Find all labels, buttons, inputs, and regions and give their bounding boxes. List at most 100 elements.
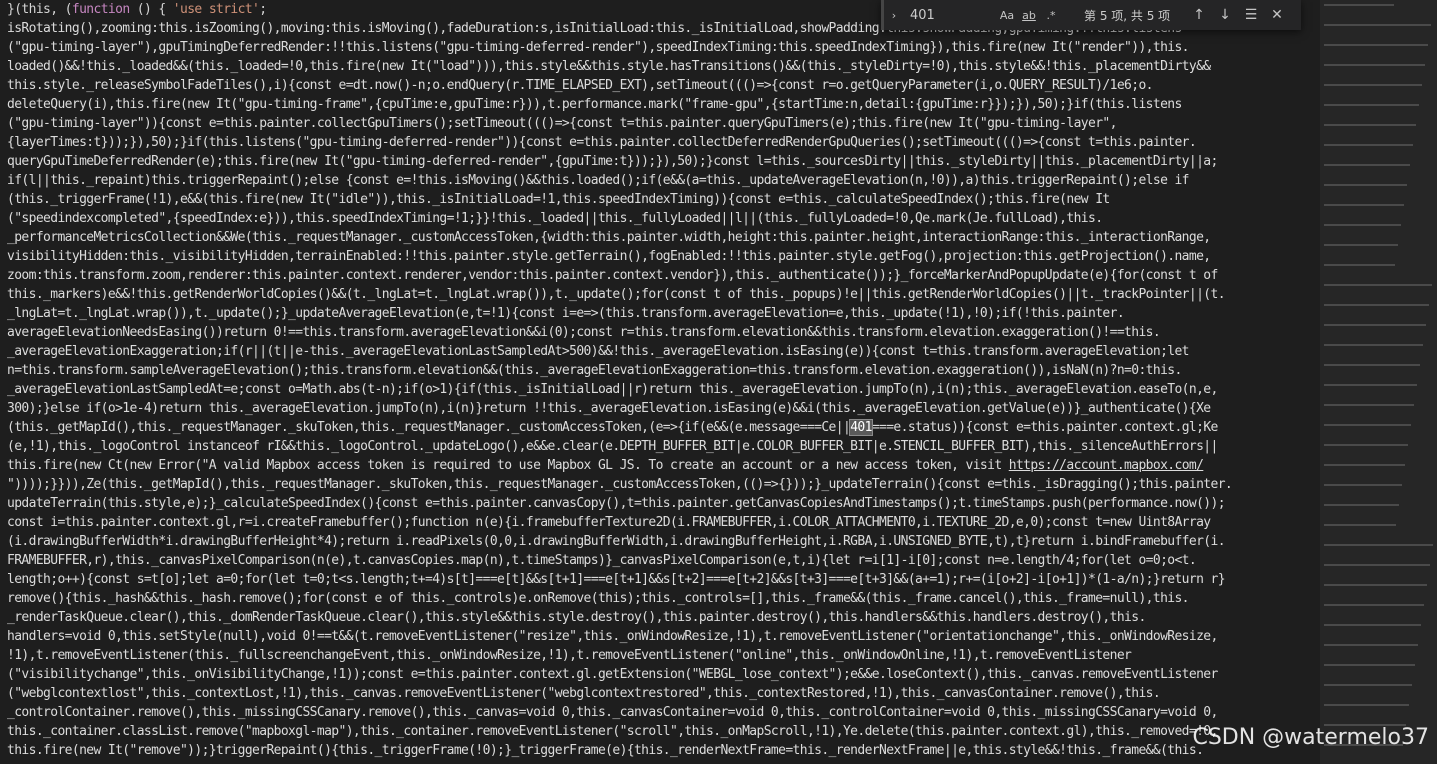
minimap-line	[1324, 44, 1428, 46]
minimap-line	[1324, 224, 1401, 226]
code-line: _controlContainer.remove(),this._missing…	[7, 705, 1218, 720]
minimap-line	[1324, 384, 1417, 386]
code-line: const i=this.painter.context.gl,r=i.crea…	[7, 515, 1211, 530]
code-line: this._container.classList.remove("mapbox…	[7, 724, 1218, 739]
code-line: averageElevationNeedsEasing())return 0!=…	[7, 325, 1161, 340]
minimap-line	[1324, 204, 1404, 206]
code-token: ===e.status)){const e=this.painter.conte…	[871, 420, 1219, 435]
code-line: loaded()&&!this._loaded&&(this._loaded=!…	[7, 59, 1211, 74]
code-line: zoom:this.transform.zoom,renderer:this.p…	[7, 268, 1218, 283]
minimap-line	[1324, 184, 1407, 186]
minimap-line	[1324, 124, 1416, 126]
minimap-line	[1324, 704, 1409, 706]
code-line: _lngLat=t._lngLat.wrap()),t._update();}_…	[7, 306, 1125, 321]
regex-icon[interactable]: .*	[1040, 9, 1062, 22]
minimap-line	[1324, 484, 1402, 486]
code-line: ("gpu-timing-layer")){const e=this.paint…	[7, 116, 1117, 131]
minimap-line	[1324, 164, 1410, 166]
find-input[interactable]	[906, 7, 996, 23]
minimap-line	[1324, 104, 1419, 106]
toggle-replace-icon[interactable]: ›	[884, 9, 904, 22]
find-input-box[interactable]: Aa ab .*	[906, 3, 1076, 27]
minimap-line	[1324, 544, 1433, 546]
code-line: queryGpuTimeDeferredRender(e);this.fire(…	[7, 154, 1218, 169]
minimap-line	[1324, 4, 1394, 6]
minimap-line	[1324, 524, 1396, 526]
code-line: 300);}else if(o>1e-4)return this._averag…	[7, 401, 1211, 416]
match-case-icon[interactable]: Aa	[996, 9, 1018, 22]
code-line: _renderTaskQueue.clear(),this._domRender…	[7, 610, 1146, 625]
code-line: this.fire(new It("remove"));}triggerRepa…	[7, 743, 1204, 758]
code-line: n=this.transform.sampleAverageElevation(…	[7, 363, 1182, 378]
minimap-line	[1324, 604, 1424, 606]
keyword-token: function	[71, 2, 130, 17]
code-token: this.fire(new Ct(new Error("A valid Mapb…	[7, 458, 1009, 473]
next-match-icon[interactable]: ↓	[1212, 7, 1238, 23]
minimap-line	[1324, 684, 1412, 686]
code-line: updateTerrain(this.style,e);}_calculateS…	[7, 496, 1226, 511]
code-line: _averageElevationExaggeration;if(r||(t||…	[7, 344, 1190, 359]
code-line: (this._getMapId(),this._requestManager._…	[0, 418, 1320, 437]
code-editor[interactable]: }(this, (function () { 'use strict'; isR…	[0, 0, 1437, 764]
code-token: }(this, (	[7, 2, 72, 17]
minimap-line	[1324, 264, 1395, 266]
code-line: ("webglcontextlost",this._contextLost,!1…	[7, 686, 1161, 701]
code-line: if(l||this._repaint)this.triggerRepaint(…	[7, 173, 1190, 188]
previous-match-icon[interactable]: ↑	[1186, 7, 1212, 23]
code-link[interactable]: https://account.mapbox.com/	[1009, 458, 1204, 473]
find-in-selection-icon[interactable]: ☰	[1238, 7, 1264, 23]
code-token: (this._getMapId(),this._requestManager._…	[7, 420, 851, 435]
code-line: "))));}})),Ze(this._getMapId(),this._req…	[7, 477, 1233, 492]
minimap-line	[1324, 644, 1418, 646]
code-line: this.style._releaseSymbolFadeTiles(),i){…	[7, 78, 1153, 93]
match-count: 第 5 项, 共 5 项	[1084, 8, 1171, 23]
code-line: (e,!1),this._logoControl instanceof rI&&…	[7, 439, 1218, 454]
minimap-line	[1324, 624, 1421, 626]
minimap-line	[1324, 244, 1398, 246]
minimap-line	[1324, 84, 1422, 86]
code-area[interactable]: }(this, (function () { 'use strict'; isR…	[0, 0, 1320, 764]
find-widget[interactable]: › Aa ab .* 第 5 项, 共 5 项 ↑ ↓ ☰ ✕	[881, 0, 1301, 30]
code-line: this.fire(new Ct(new Error("A valid Mapb…	[0, 456, 1320, 475]
whole-word-icon[interactable]: ab	[1018, 9, 1040, 22]
code-line: FRAMEBUFFER,r),this._canvasPixelComparis…	[7, 553, 1197, 568]
code-line: _performanceMetricsCollection&&We(this._…	[7, 230, 1211, 245]
code-line: ("speedindexcompleted",{speedIndex:e})),…	[7, 211, 1103, 226]
close-icon[interactable]: ✕	[1264, 7, 1290, 23]
minimap-line	[1324, 144, 1413, 146]
code-line: length;o++){const s=t[o];let a=0;for(let…	[7, 572, 1226, 587]
code-line: ("visibilitychange",this._onVisibilityCh…	[7, 667, 1218, 682]
minimap-line	[1324, 364, 1420, 366]
minimap-line	[1324, 304, 1429, 306]
minimap-line	[1324, 464, 1405, 466]
minimap-line	[1324, 444, 1408, 446]
minimap-line	[1324, 584, 1427, 586]
code-line: visibilityHidden:this._visibilityHidden,…	[7, 249, 1211, 264]
code-line: (this._triggerFrame(!1),e&&(this.fire(ne…	[7, 192, 1110, 207]
minimap-line	[1324, 344, 1423, 346]
minimap-line	[1324, 664, 1415, 666]
minimap-line	[1324, 424, 1411, 426]
code-line: deleteQuery(i),this.fire(new It("gpu-tim…	[7, 97, 1182, 112]
watermark: CSDN @watermelo37	[1192, 725, 1429, 750]
minimap-line	[1324, 24, 1431, 26]
search-match-highlight: 401	[849, 419, 873, 436]
code-lines: isRotating(),zooming:this.isZooming(),mo…	[0, 19, 1320, 760]
code-line: (i.drawingBufferWidth*i.drawingBufferHei…	[7, 534, 1226, 549]
minimap-line	[1324, 504, 1399, 506]
code-line: _averageElevationLastSampledAt=e;const o…	[7, 382, 1218, 397]
minimap-line	[1324, 64, 1425, 66]
code-line: ("gpu-timing-layer"),gpuTimingDeferredRe…	[7, 40, 1190, 55]
code-line: !1),t.removeEventListener(this._fullscre…	[7, 648, 1132, 663]
code-token: () {	[129, 2, 173, 17]
code-token: ;	[259, 2, 267, 17]
minimap-line	[1324, 404, 1414, 406]
code-line: {layerTimes:t}));}),50);}if(this.listens…	[7, 135, 1197, 150]
string-token: 'use strict'	[172, 2, 260, 17]
code-line: this._markers)e&&!this.getRenderWorldCop…	[7, 287, 1226, 302]
code-line: handlers=void 0,this.setStyle(null),void…	[7, 629, 1218, 644]
minimap-line	[1324, 324, 1426, 326]
minimap-line	[1324, 284, 1432, 286]
minimap[interactable]	[1320, 0, 1437, 764]
minimap-line	[1324, 564, 1430, 566]
